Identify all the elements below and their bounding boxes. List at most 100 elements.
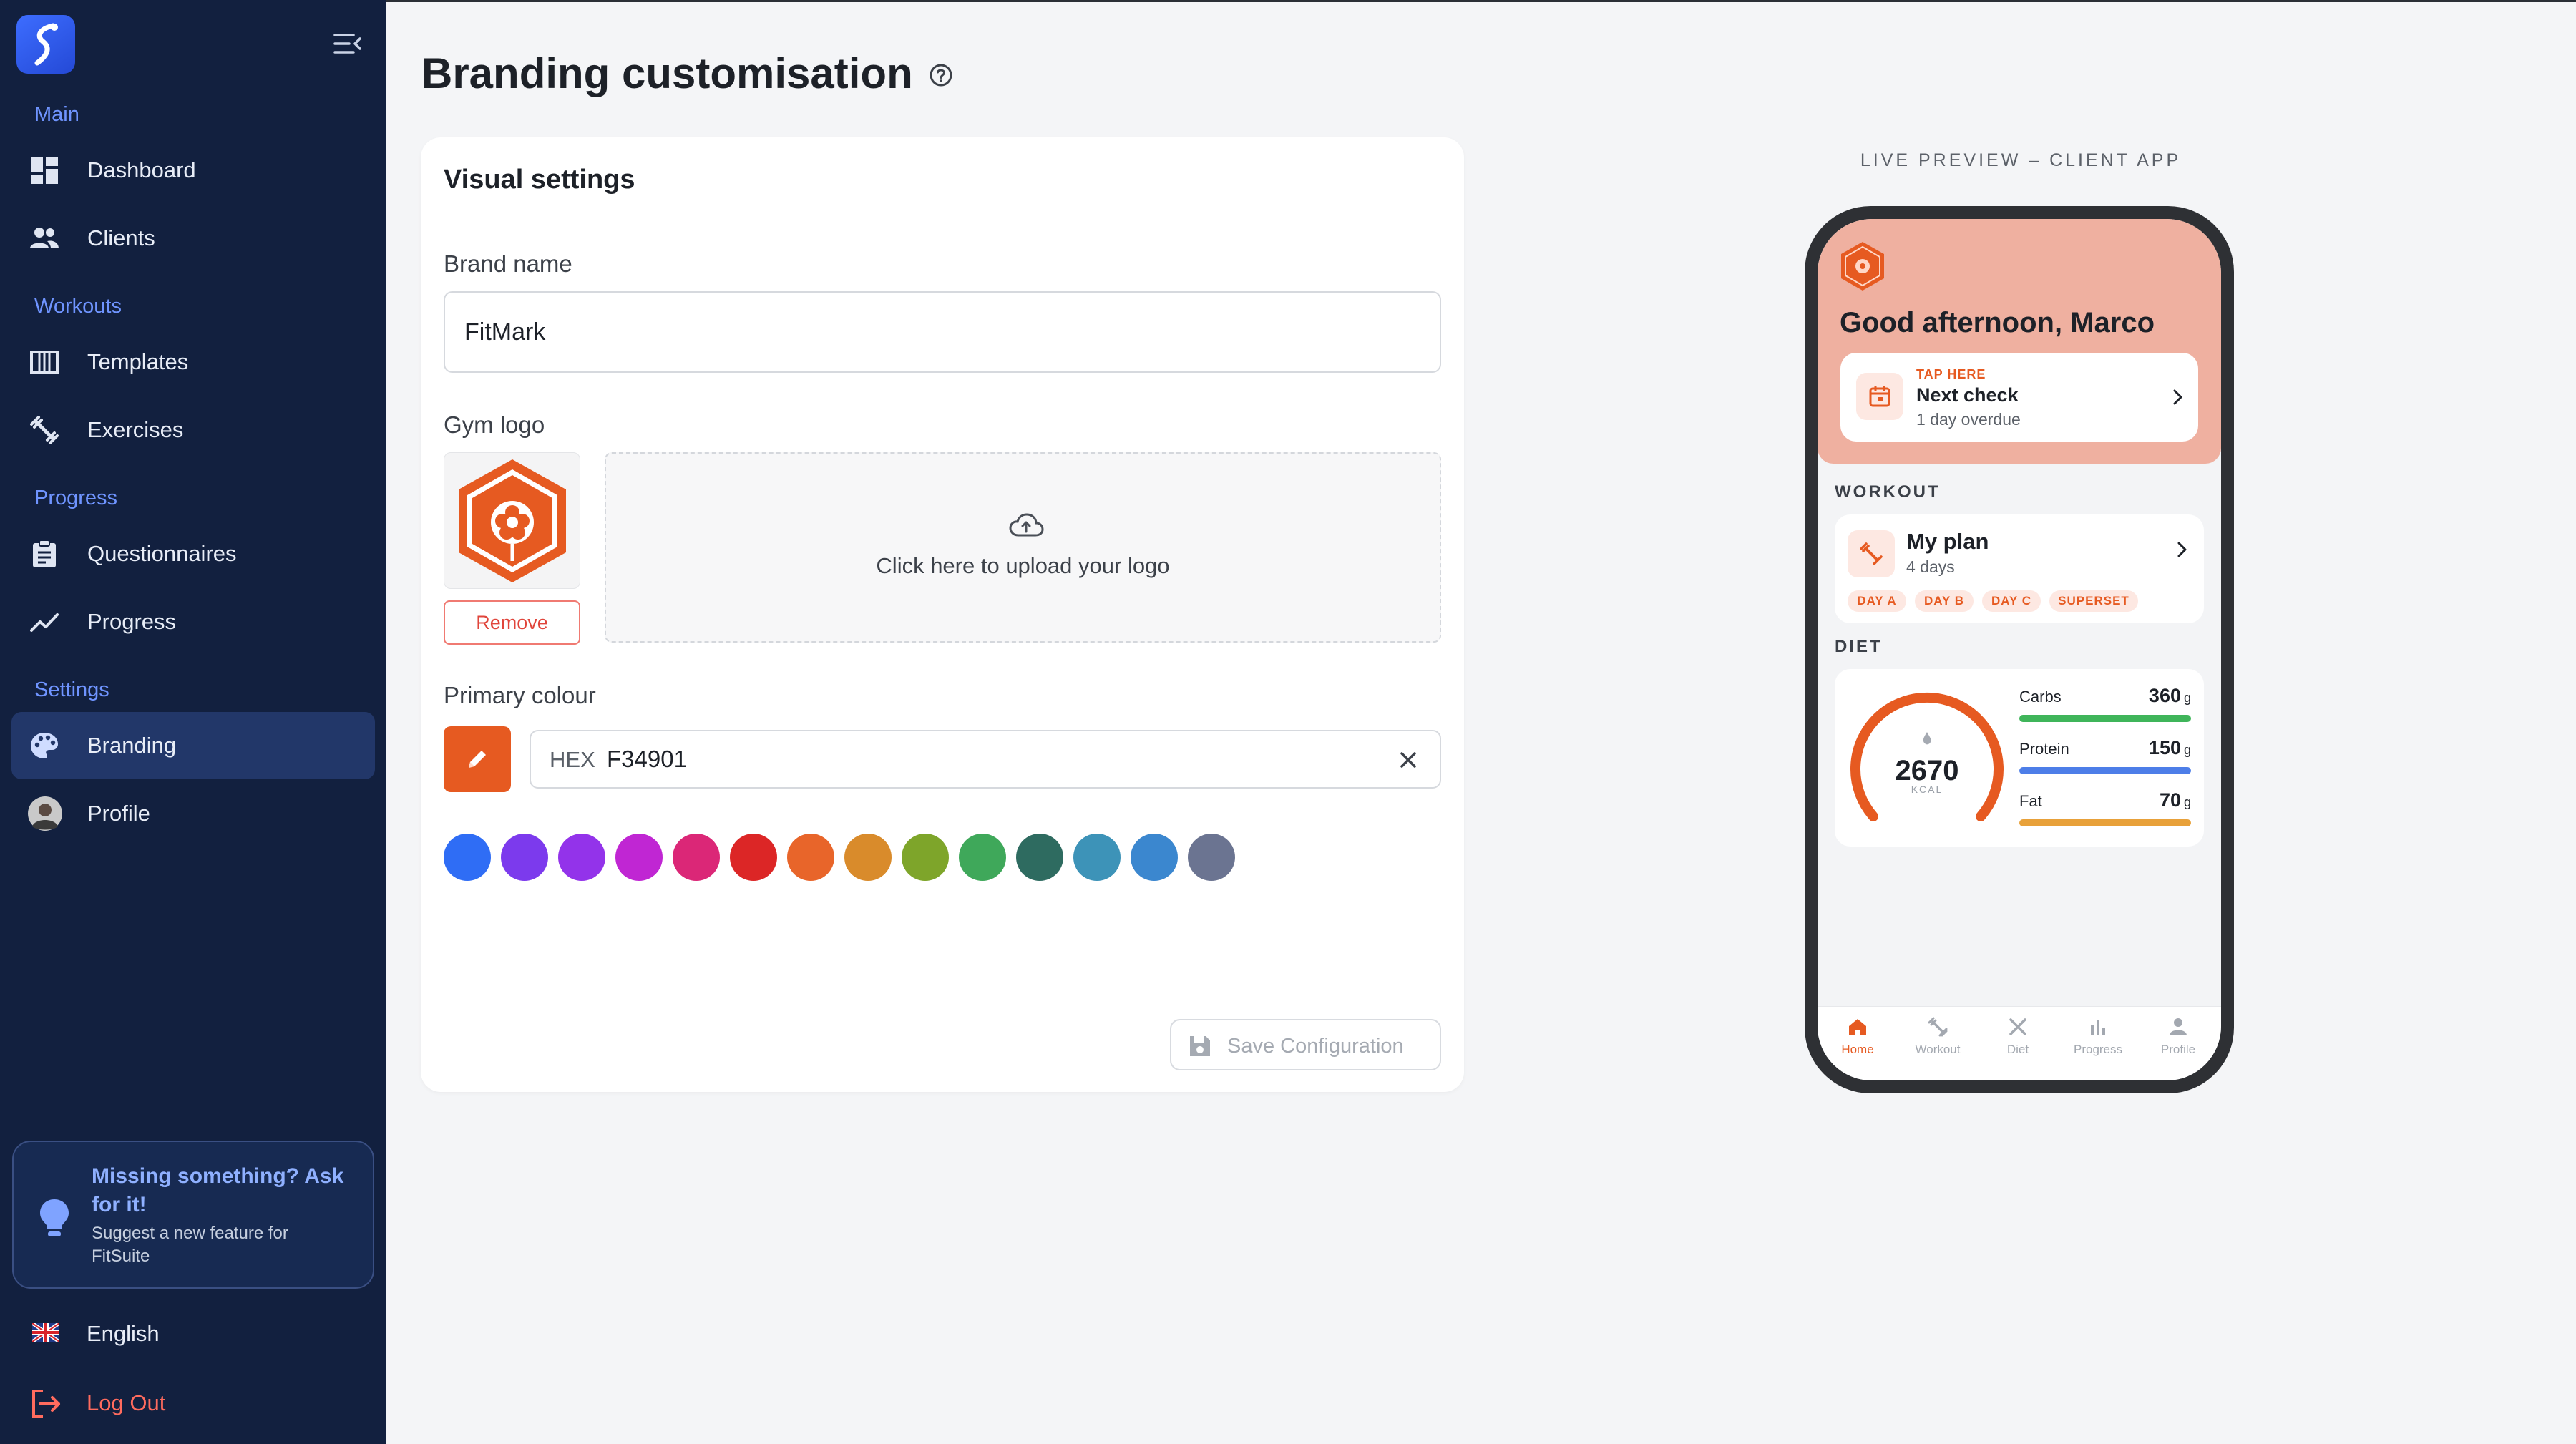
preset-colour-swatch[interactable] (558, 834, 605, 881)
save-label: Save Configuration (1227, 1035, 1404, 1058)
workout-section-label: WORKOUT (1835, 482, 1941, 502)
macro-unit: g (2183, 795, 2191, 809)
plan-day-chip: SUPERSET (2049, 590, 2138, 612)
sidebar-item-profile[interactable]: Profile (11, 780, 375, 847)
dashboard-icon (31, 157, 58, 184)
app-logo[interactable] (16, 15, 75, 74)
sidebar-item-exercises[interactable]: Exercises (11, 396, 375, 464)
gym-logo-badge-icon (458, 459, 566, 582)
tab-diet[interactable]: Diet (1978, 1007, 2058, 1080)
preview-hero: Good afternoon, Marco TAP HERE Next chec… (1818, 219, 2221, 464)
macro-value: 70 g (2160, 789, 2191, 811)
primary-colour-label: Primary colour (444, 682, 596, 708)
sidebar: Main Dashboard Clients Workouts Template… (0, 0, 386, 1444)
uk-flag-icon[interactable] (32, 1323, 59, 1342)
preset-colour-swatch[interactable] (959, 834, 1006, 881)
users-icon (30, 228, 59, 248)
macro-name: Fat (2019, 792, 2042, 810)
lightbulb-icon (40, 1199, 69, 1236)
save-configuration-button[interactable]: Save Configuration (1170, 1019, 1441, 1070)
preset-colour-swatch[interactable] (844, 834, 892, 881)
preset-colour-swatch[interactable] (1073, 834, 1121, 881)
diet-card[interactable]: 2670 KCAL Carbs 360 g Protein 150 g Fat 70… (1835, 669, 2204, 847)
tab-label: Workout (1915, 1043, 1961, 1056)
preset-colour-swatch[interactable] (673, 834, 720, 881)
preset-colour-swatch[interactable] (1016, 834, 1063, 881)
calendar-icon-tile (1856, 373, 1903, 420)
page-title: Branding customisation (421, 49, 913, 97)
phone-screen: Good afternoon, Marco TAP HERE Next chec… (1818, 219, 2221, 1080)
plan-card[interactable]: My plan 4 days DAY A DAY B DAY C SUPERSE… (1835, 514, 2204, 623)
cutlery-icon (2009, 1018, 2026, 1035)
collapse-menu-icon (333, 34, 361, 54)
check-subtitle: 1 day overdue (1916, 410, 2021, 429)
preset-colour-swatch[interactable] (444, 834, 491, 881)
chevron-right-icon (2177, 542, 2187, 557)
help-circle-icon[interactable] (929, 63, 953, 87)
person-icon (2170, 1018, 2187, 1035)
sidebar-item-label: Questionnaires (87, 541, 237, 566)
section-label-workouts: Workouts (34, 295, 122, 318)
pencil-icon (469, 751, 486, 768)
gym-logo-preview (444, 452, 580, 589)
hex-value: F34901 (607, 746, 687, 772)
live-preview-label: LIVE PREVIEW – CLIENT APP (1860, 150, 2182, 170)
chevron-right-icon (2173, 389, 2182, 405)
logo-upload-dropzone[interactable]: Click here to upload your logo (605, 452, 1441, 643)
palette-icon (31, 733, 58, 758)
macro-unit: g (2183, 691, 2191, 705)
section-label-settings: Settings (34, 678, 109, 701)
fitsuite-logo-icon (34, 23, 58, 66)
check-tag: TAP HERE (1916, 367, 1986, 381)
tab-label: Home (1841, 1043, 1874, 1056)
sidebar-item-templates[interactable]: Templates (11, 328, 375, 396)
language-selector[interactable]: English (87, 1321, 160, 1347)
macro-name: Carbs (2019, 688, 2062, 706)
logout-icon[interactable] (30, 1388, 62, 1420)
preset-colour-swatch[interactable] (615, 834, 663, 881)
tab-label: Profile (2160, 1043, 2196, 1056)
sidebar-item-label: Dashboard (87, 157, 196, 182)
preset-colour-swatch[interactable] (1131, 834, 1178, 881)
sidebar-item-branding[interactable]: Branding (11, 712, 375, 779)
colour-picker-button[interactable] (444, 726, 511, 792)
calendar-icon (1869, 386, 1890, 407)
macro-amount: 360 (2148, 685, 2181, 706)
remove-logo-button[interactable]: Remove (444, 600, 580, 645)
trending-up-icon (30, 613, 59, 632)
preset-colour-swatch[interactable] (1188, 834, 1235, 881)
preset-colour-swatch[interactable] (730, 834, 777, 881)
plan-day-chip: DAY A (1848, 590, 1906, 612)
preset-colour-swatch[interactable] (787, 834, 834, 881)
tab-home[interactable]: Home (1818, 1007, 1898, 1080)
visual-settings-card: Visual settings Brand name FitMark Gym l… (421, 137, 1464, 1092)
hex-prefix: HEX (550, 747, 595, 772)
macro-bar-protein (2019, 767, 2191, 774)
macro-bar-fat (2019, 819, 2191, 826)
collapse-sidebar-button[interactable] (333, 31, 362, 56)
brand-name-input[interactable]: FitMark (444, 291, 1441, 373)
close-icon[interactable] (1395, 747, 1421, 773)
preset-colour-swatch[interactable] (501, 834, 548, 881)
tab-workout[interactable]: Workout (1898, 1007, 1978, 1080)
home-icon (1849, 1019, 1866, 1035)
sidebar-item-questionnaires[interactable]: Questionnaires (11, 520, 375, 587)
sidebar-item-dashboard[interactable]: Dashboard (11, 137, 375, 204)
preview-tab-bar: Home Workout Diet Progress Profile (1818, 1006, 2221, 1080)
plan-days: 4 days (1906, 557, 1955, 576)
feature-request-card[interactable]: Missing something? Ask for it! Suggest a… (12, 1141, 374, 1289)
logout-button[interactable]: Log Out (87, 1390, 165, 1416)
preset-colour-swatch[interactable] (902, 834, 949, 881)
avatar (28, 796, 62, 831)
tab-progress[interactable]: Progress (2058, 1007, 2138, 1080)
diet-section-label: DIET (1835, 637, 1883, 656)
brand-name-label: Brand name (444, 250, 572, 277)
next-check-card[interactable]: TAP HERE Next check 1 day overdue (1840, 353, 2198, 442)
tab-profile[interactable]: Profile (2138, 1007, 2218, 1080)
hex-colour-input[interactable]: HEX F34901 (530, 730, 1441, 789)
sidebar-item-progress[interactable]: Progress (11, 588, 375, 655)
macro-amount: 150 (2148, 737, 2181, 758)
sidebar-item-clients[interactable]: Clients (11, 205, 375, 272)
upload-instruction: Click here to upload your logo (876, 553, 1170, 578)
clipboard-icon (33, 540, 56, 567)
